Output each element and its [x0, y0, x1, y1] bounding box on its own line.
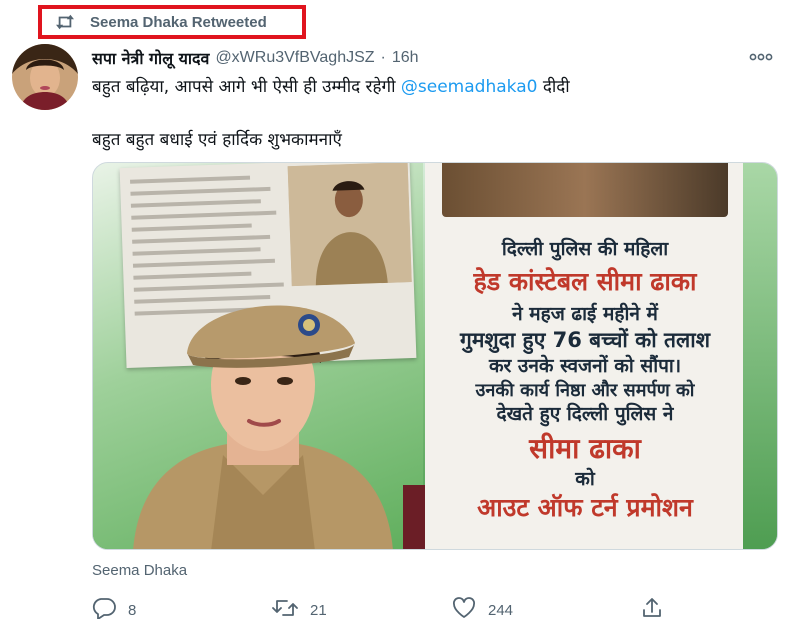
media-left-panel	[93, 163, 433, 549]
avatar[interactable]	[12, 44, 78, 110]
retweet-icon	[272, 598, 298, 622]
poster-top-photo	[442, 163, 728, 217]
poster-text-panel: दिल्ली पुलिस की महिला हेड कांस्टेबल सीमा…	[425, 163, 745, 549]
tweet-timestamp[interactable]: 16h	[392, 49, 419, 67]
poster-line: दिल्ली पुलिस की महिला	[501, 238, 669, 260]
author-handle[interactable]: @xWRu3VfBVaghJSZ	[215, 49, 374, 67]
share-icon	[640, 596, 664, 624]
poster-line: देखते हुए दिल्ली पुलिस ने	[496, 403, 674, 426]
poster-line: सीमा ढाका	[529, 431, 641, 465]
share-button[interactable]	[640, 596, 664, 624]
media-right-edge	[743, 163, 777, 549]
retweeted-by-banner[interactable]: Seema Dhaka Retweeted	[38, 5, 306, 39]
mention-link[interactable]: @seemadhaka0	[401, 77, 538, 97]
separator-dot: ·	[380, 49, 386, 66]
officer-portrait	[133, 305, 433, 549]
tweet-actions: 8 21 244	[92, 596, 692, 624]
reply-icon	[92, 597, 116, 623]
tweet-text-suffix: दीदी	[537, 77, 570, 97]
poster-line: गुमशुदा हुए 76 बच्चों को तलाश	[460, 327, 710, 352]
retweet-button[interactable]: 21	[272, 596, 327, 624]
media-tag[interactable]: Seema Dhaka	[92, 562, 187, 579]
heart-icon	[452, 597, 476, 623]
poster-line: कर उनके स्वजनों को सौंपा।	[488, 355, 682, 378]
tweet-text-prefix: बहुत बढ़िया, आपसे आगे भी ऐसी ही उम्मीद र…	[92, 77, 401, 97]
retweet-count: 21	[310, 601, 327, 619]
poster-line: आउट ऑफ टर्न प्रमोशन	[477, 493, 693, 523]
tweet-text-line-1: बहुत बढ़िया, आपसे आगे भी ऐसी ही उम्मीद र…	[92, 74, 570, 97]
retweeted-by-label: Seema Dhaka Retweeted	[90, 13, 267, 31]
more-icon	[749, 48, 773, 66]
retweet-icon	[54, 13, 76, 31]
tweet-header: सपा नेत्री गोलू यादव @xWRu3VfBVaghJSZ · …	[92, 46, 770, 70]
like-button[interactable]: 244	[452, 596, 513, 624]
author-name[interactable]: सपा नेत्री गोलू यादव	[92, 47, 209, 69]
like-count: 244	[488, 601, 514, 619]
tweet-text-line-2: बहुत बहुत बधाई एवं हार्दिक शुभकामनाएँ	[92, 130, 342, 150]
poster-line: उनकी कार्य निष्ठा और समर्पण को	[475, 379, 695, 401]
tweet-media-image[interactable]: दिल्ली पुलिस की महिला हेड कांस्टेबल सीमा…	[92, 162, 778, 550]
reply-button[interactable]: 8	[92, 596, 136, 624]
poster-line: हेड कांस्टेबल सीमा ढाका	[473, 266, 697, 296]
poster-line: को	[575, 468, 595, 491]
poster-line: ने महज ढाई महीने में	[512, 303, 658, 326]
reply-count: 8	[128, 601, 137, 619]
more-options-button[interactable]	[748, 48, 774, 66]
